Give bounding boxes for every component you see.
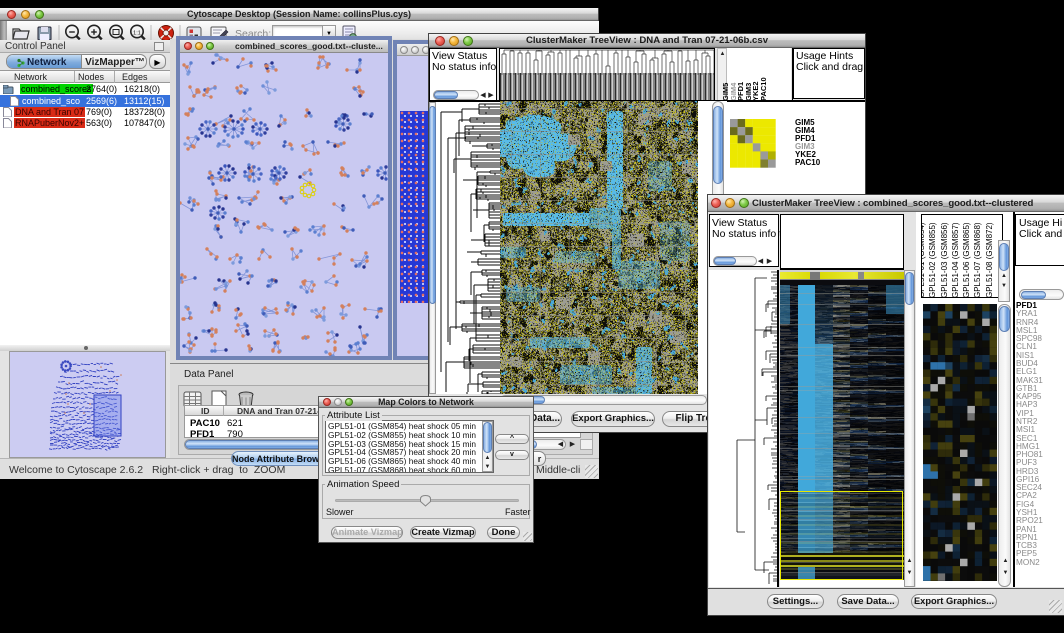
svg-text:1:1: 1:1 (133, 31, 141, 37)
